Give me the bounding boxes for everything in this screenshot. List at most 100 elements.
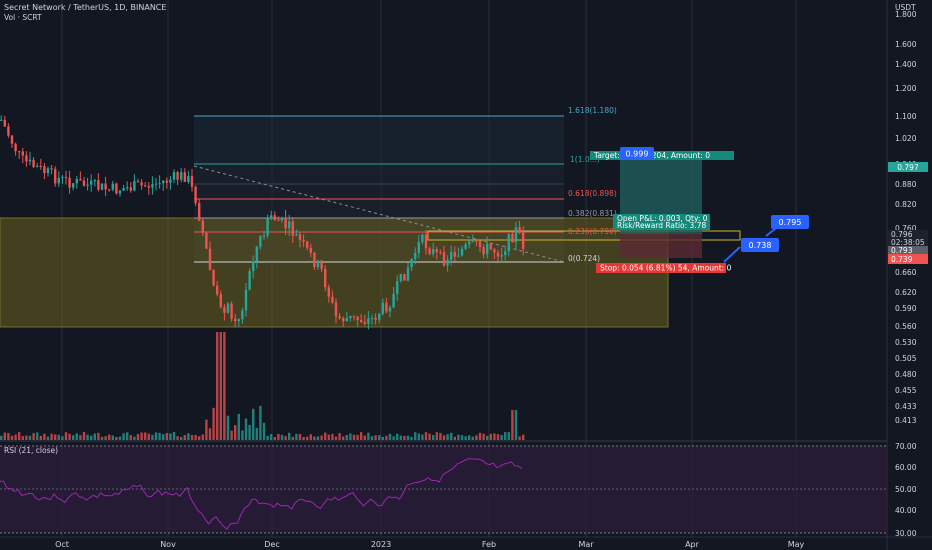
volume-bar xyxy=(367,432,370,440)
candle-body xyxy=(180,172,183,180)
volume-bar xyxy=(28,435,32,440)
risk-reward-label: Risk/Reward Ratio: 3.78 xyxy=(617,221,706,230)
candle-body xyxy=(216,285,219,295)
volume-bar xyxy=(68,433,71,440)
candle-body xyxy=(36,165,39,167)
candle-body xyxy=(136,181,140,183)
candle-body xyxy=(158,183,161,185)
candle-body xyxy=(421,234,424,243)
volume-bar xyxy=(370,436,374,440)
volume-bar xyxy=(428,433,431,440)
volume-bar xyxy=(147,433,150,440)
candle-body xyxy=(169,179,172,183)
volume-bar xyxy=(140,432,143,440)
candle-body xyxy=(10,135,14,144)
price-tick: 1.020 xyxy=(895,134,917,143)
volume-bar xyxy=(288,432,291,440)
candle-body xyxy=(313,252,316,268)
candle-body xyxy=(7,126,10,136)
volume-bar xyxy=(39,435,42,440)
rsi-axis[interactable]: 70.00 60.00 50.00 40.00 30.00 xyxy=(895,442,917,538)
volume-bar xyxy=(500,435,503,440)
volume-bar xyxy=(514,410,518,440)
volume-bar xyxy=(327,434,330,440)
candle-body xyxy=(90,180,93,185)
volume-bar xyxy=(18,432,21,440)
candle-body xyxy=(511,233,514,243)
time-tick: Feb xyxy=(482,540,496,549)
trading-chart[interactable]: 1.618(1.180) 1(1.0...) 0.618(0.898) 0.38… xyxy=(0,0,932,550)
time-tick: 2023 xyxy=(371,540,391,549)
candle-body xyxy=(230,303,233,319)
candle-body xyxy=(356,316,359,320)
rsi-tick: 60.00 xyxy=(895,463,917,472)
volume-bar xyxy=(190,435,194,440)
callout-0738[interactable]: 0.738 xyxy=(723,238,779,263)
volume-bar xyxy=(97,432,100,440)
candle-body xyxy=(457,255,460,257)
candle-body xyxy=(201,220,204,233)
candle-body xyxy=(219,294,222,307)
candle-body xyxy=(100,183,104,190)
time-tick: May xyxy=(788,540,805,549)
candle-body xyxy=(507,233,510,252)
stop-zone[interactable] xyxy=(620,234,702,258)
volume-bar xyxy=(144,432,147,440)
volume-bar xyxy=(424,432,428,440)
callout-0795[interactable]: 0.795 xyxy=(765,215,809,237)
candle-body xyxy=(334,302,338,317)
volume-bar xyxy=(115,436,118,440)
volume-bar xyxy=(309,434,312,440)
candle-body xyxy=(226,303,230,313)
candle-body xyxy=(471,239,474,242)
price-tick: 1.200 xyxy=(895,84,917,93)
time-tick: Dec xyxy=(264,540,279,549)
volume-bar xyxy=(241,430,244,440)
volume-bar xyxy=(349,433,352,440)
volume-bar xyxy=(273,436,276,440)
volume-bar xyxy=(478,432,482,440)
candle-body xyxy=(482,247,485,255)
candle-body xyxy=(442,252,446,266)
volume-bar xyxy=(421,434,424,440)
symbol-title: Secret Network / TetherUS, 1D, BINANCE xyxy=(4,3,166,12)
price-tick: 0.455 xyxy=(895,386,917,395)
candle-body xyxy=(338,316,341,319)
candle-body xyxy=(424,234,428,249)
volume-bar xyxy=(334,436,338,440)
candle-body xyxy=(241,310,244,320)
callout-0999[interactable]: 0.999 xyxy=(620,147,654,160)
candle-body xyxy=(468,241,471,245)
fib-extension-box[interactable] xyxy=(194,116,564,164)
volume-bar xyxy=(162,434,165,440)
candle-body xyxy=(72,183,75,188)
candle-body xyxy=(392,293,395,308)
candle-body xyxy=(363,322,366,324)
volume-bar xyxy=(154,432,158,440)
price-tick: 0.560 xyxy=(895,322,917,331)
volume-bar xyxy=(504,432,507,440)
volume-bar xyxy=(298,434,302,440)
price-axis[interactable]: 1.8001.6001.4001.2001.1001.0200.9400.880… xyxy=(895,10,917,425)
volume-bar xyxy=(489,433,492,440)
candle-body xyxy=(212,269,215,286)
volume-bar xyxy=(464,436,467,440)
candle-body xyxy=(486,243,489,255)
candle-body xyxy=(349,315,352,318)
volume-bar xyxy=(129,435,132,440)
volume-bar xyxy=(14,434,17,440)
time-tick: Apr xyxy=(685,540,700,549)
candle-body xyxy=(435,249,438,253)
candle-body xyxy=(460,248,464,256)
candle-body xyxy=(342,318,345,322)
candle-body xyxy=(270,215,273,219)
candle-body xyxy=(360,319,363,323)
volume-bar xyxy=(32,433,35,440)
volume-bar xyxy=(255,427,258,440)
candle-body xyxy=(464,244,467,249)
volume-bar xyxy=(352,434,356,440)
time-axis[interactable]: Oct Nov Dec 2023 Feb Mar Apr May xyxy=(55,540,804,549)
candle-body xyxy=(432,249,435,254)
volume-bar xyxy=(169,433,172,440)
volume-bar xyxy=(36,432,39,440)
